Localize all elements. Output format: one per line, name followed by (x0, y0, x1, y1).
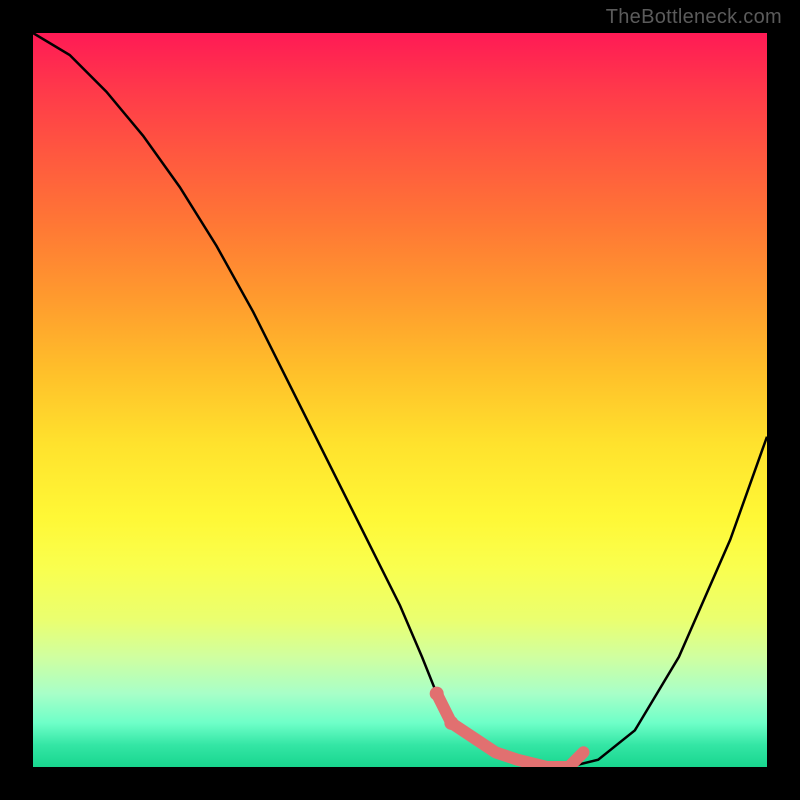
highlight-dot-2 (444, 716, 458, 730)
plot-area (33, 33, 767, 767)
watermark-text: TheBottleneck.com (606, 6, 782, 29)
chart-container: TheBottleneck.com (0, 0, 800, 800)
highlight-dot-1 (430, 687, 444, 701)
bottleneck-curve-line (33, 33, 767, 767)
curve-layer (33, 33, 767, 767)
optimal-range-highlight (437, 694, 584, 767)
